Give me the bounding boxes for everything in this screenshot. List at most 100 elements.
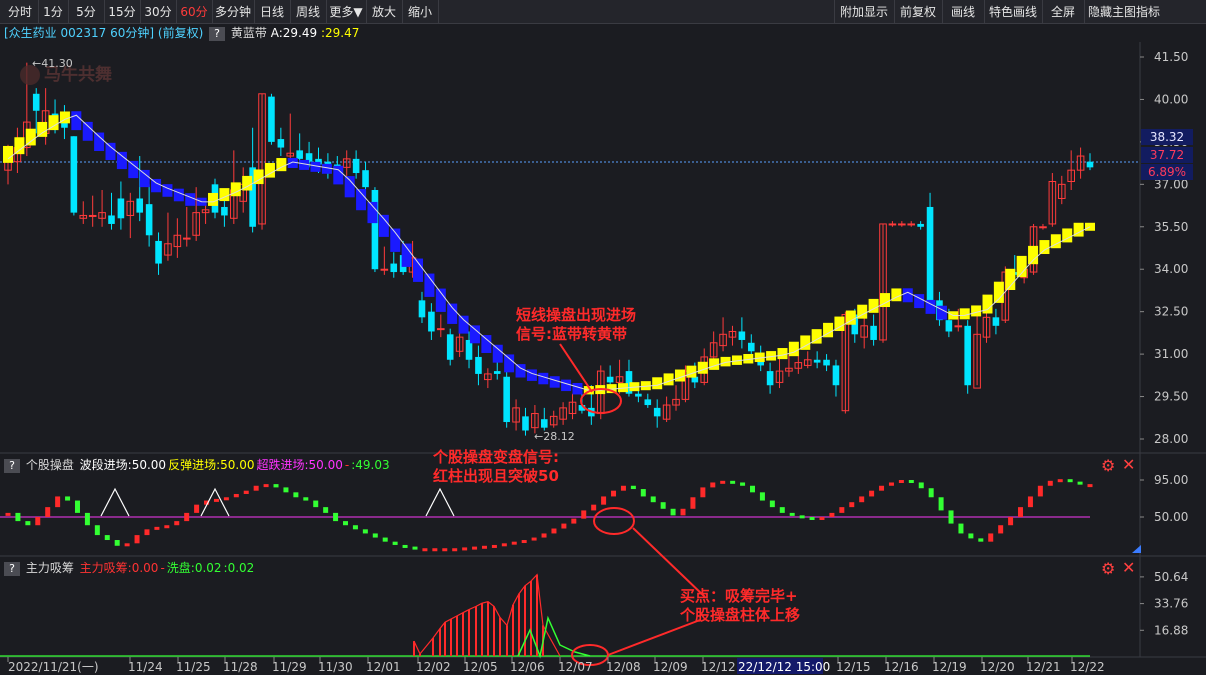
price-axis-label: 31.00	[1154, 347, 1188, 361]
date-label: 12/02	[416, 660, 451, 674]
candle-body	[437, 328, 445, 331]
panel2-bar	[243, 490, 249, 494]
date-label: 12/06	[510, 660, 545, 674]
candle-body	[503, 376, 510, 423]
help-icon[interactable]: ?	[4, 458, 20, 473]
candle-body	[155, 240, 162, 264]
panel2-corner-mark	[1132, 545, 1141, 553]
panel2-bar	[114, 540, 120, 546]
panel3-header: ? 主力吸筹 主力吸筹:0.00- 洗盘:0.02:0.02	[0, 559, 254, 576]
price-axis-label: 41.50	[1154, 50, 1188, 64]
panel2-settings-icon[interactable]: ⚙	[1101, 456, 1115, 475]
panel2-bar	[55, 496, 61, 508]
band-segment	[151, 178, 162, 193]
band-segment	[116, 151, 127, 170]
candle-body	[964, 325, 971, 386]
panel2-bar	[1027, 496, 1033, 508]
date-label: 12/21	[1026, 660, 1061, 674]
panel2-close-icon[interactable]: ✕	[1122, 455, 1135, 474]
panel2-bar	[650, 496, 656, 503]
candle-body	[945, 320, 953, 332]
candle-body	[870, 325, 877, 340]
panel2-bar	[730, 480, 736, 484]
panel2-bar	[720, 480, 726, 484]
date-label: 12/15	[836, 660, 871, 674]
panel2-name: 个股操盘	[25, 458, 74, 472]
panel2-bar	[5, 512, 11, 516]
panel2-bar	[144, 529, 150, 536]
panel2-bar	[829, 512, 835, 517]
panel2-bar	[998, 525, 1004, 534]
panel2-bar	[1067, 479, 1073, 483]
indicator-value: -	[160, 561, 165, 575]
panel2-bar	[323, 507, 329, 513]
band-segment	[333, 165, 344, 185]
panel2-bar	[879, 485, 885, 491]
date-label: 11/29	[272, 660, 307, 674]
panel2-bar	[749, 485, 755, 493]
panel2-bar	[1018, 507, 1024, 517]
candle-body	[108, 215, 115, 224]
date-label: 11/28	[223, 660, 258, 674]
panel2-bar	[918, 482, 924, 489]
candle-body	[221, 206, 228, 216]
indicator-value: 主力吸筹:0.00	[79, 561, 159, 575]
panel2-bar	[462, 547, 468, 551]
panel2-bar	[561, 523, 567, 529]
panel2-bar	[898, 480, 904, 483]
band-segment	[777, 348, 788, 360]
panel2-bar	[700, 487, 706, 498]
panel2-bar	[958, 523, 964, 534]
price-axis-label: 35.50	[1154, 220, 1188, 234]
band-segment	[652, 377, 663, 390]
panel2-bar	[25, 521, 31, 526]
panel2-bar	[571, 518, 577, 524]
band-segment	[128, 160, 139, 179]
panel2-bar	[372, 533, 378, 538]
band-segment	[356, 189, 367, 211]
band-segment	[219, 188, 230, 202]
panel2-bar	[303, 497, 309, 501]
panel2-bar	[620, 485, 626, 491]
panel2-bar	[680, 508, 686, 516]
panel2-bar	[1077, 481, 1083, 485]
panel2-bar	[521, 540, 527, 544]
date-label: 11/25	[176, 660, 211, 674]
candle-body	[32, 93, 40, 111]
panel2-axis-label: 95.00	[1154, 473, 1188, 487]
candle-body	[747, 342, 755, 352]
candle-body	[296, 150, 303, 159]
panel3-close-icon[interactable]: ✕	[1122, 558, 1135, 577]
panel2-bar	[283, 487, 289, 493]
candle-body	[653, 407, 661, 417]
date-label: 12/05	[463, 660, 498, 674]
candle-body	[888, 223, 897, 226]
band-segment	[1005, 268, 1016, 291]
date-label: 11/24	[128, 660, 163, 674]
panel3-axis-label: 16.88	[1154, 623, 1188, 637]
band-segment	[971, 305, 982, 317]
band-segment	[663, 373, 674, 386]
panel2-bar	[501, 543, 507, 547]
band-segment	[367, 201, 378, 224]
date-label: 11/30	[318, 660, 353, 674]
price-tag-current: 37.72	[1141, 147, 1193, 163]
annotation-arrow	[607, 619, 701, 656]
price-axis-label: 28.00	[1154, 432, 1188, 446]
panel3-settings-icon[interactable]: ⚙	[1101, 559, 1115, 578]
help-icon[interactable]: ?	[4, 561, 20, 576]
panel2-bar	[382, 537, 388, 542]
candle-body	[635, 393, 642, 397]
panel2-bar	[541, 533, 547, 538]
price-tag-change: 6.89%	[1141, 164, 1193, 180]
band-segment	[504, 354, 515, 373]
panel2-bar	[223, 497, 229, 501]
panel2-bar	[740, 482, 746, 486]
date-label: 12/20	[980, 660, 1015, 674]
panel2-bar	[809, 517, 815, 520]
panel2-bar	[94, 525, 100, 536]
candle-body	[493, 371, 501, 374]
panel2-bar	[839, 507, 845, 513]
candle-body	[644, 399, 652, 406]
annotation-buy-point: 买点：吸筹完毕+ 个股操盘柱体上移	[680, 587, 801, 624]
